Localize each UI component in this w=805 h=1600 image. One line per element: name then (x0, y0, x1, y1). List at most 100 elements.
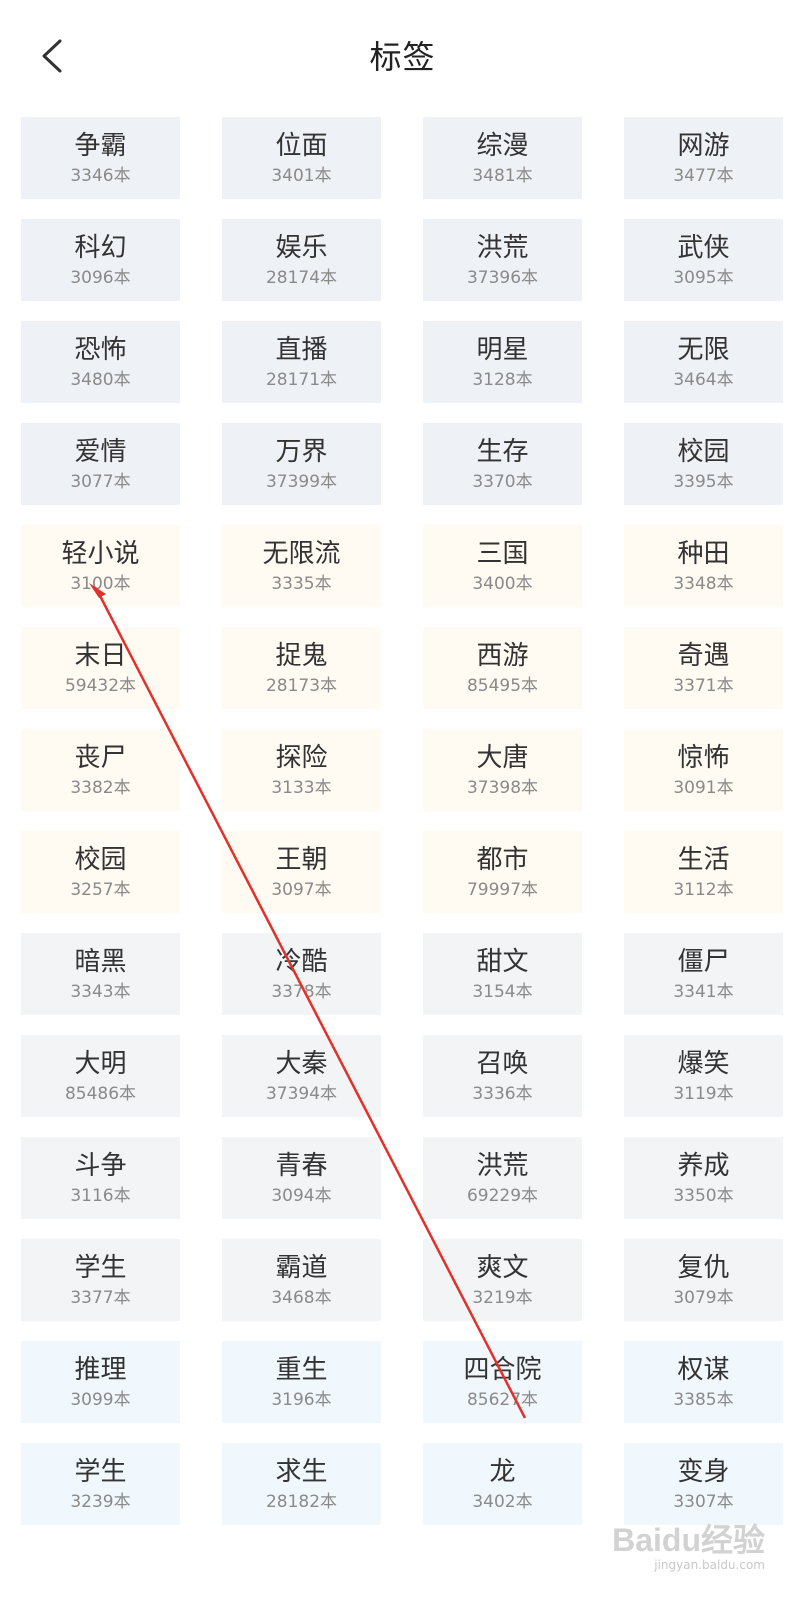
tag-count: 3091本 (673, 778, 734, 798)
tag-count: 3154本 (472, 982, 533, 1002)
tag-count: 3370本 (472, 472, 533, 492)
tag-card[interactable]: 洪荒 69229本 (423, 1137, 582, 1219)
tag-card[interactable]: 甜文 3154本 (423, 933, 582, 1015)
tag-card[interactable]: 捉鬼 28173本 (222, 627, 381, 709)
tag-card[interactable]: 科幻 3096本 (21, 219, 180, 301)
tag-card[interactable]: 王朝 3097本 (222, 831, 381, 913)
tag-card[interactable]: 探险 3133本 (222, 729, 381, 811)
tag-card[interactable]: 位面 3401本 (222, 117, 381, 199)
tag-card[interactable]: 恐怖 3480本 (21, 321, 180, 403)
tag-card[interactable]: 都市 79997本 (423, 831, 582, 913)
tag-card[interactable]: 种田 3348本 (624, 525, 783, 607)
tag-card[interactable]: 求生 28182本 (222, 1443, 381, 1525)
tag-card[interactable]: 生存 3370本 (423, 423, 582, 505)
tag-card[interactable]: 召唤 3336本 (423, 1035, 582, 1117)
tag-count: 3239本 (70, 1492, 131, 1512)
tag-name: 三国 (476, 539, 529, 569)
tag-card[interactable]: 学生 3239本 (21, 1443, 180, 1525)
tag-card[interactable]: 娱乐 28174本 (222, 219, 381, 301)
tag-count: 3346本 (70, 166, 131, 186)
tag-row: 学生 3239本 求生 28182本 龙 3402本 变身 3307本 (21, 1443, 805, 1525)
tag-count: 3099本 (70, 1390, 131, 1410)
tag-card[interactable]: 僵尸 3341本 (624, 933, 783, 1015)
tag-card[interactable]: 末日 59432本 (21, 627, 180, 709)
tag-row: 校园 3257本 王朝 3097本 都市 79997本 生活 3112本 (21, 831, 805, 913)
tag-card[interactable]: 网游 3477本 (624, 117, 783, 199)
tag-card[interactable]: 斗争 3116本 (21, 1137, 180, 1219)
tag-name: 复仇 (677, 1253, 730, 1283)
tag-card[interactable]: 权谋 3385本 (624, 1341, 783, 1423)
tag-card[interactable]: 变身 3307本 (624, 1443, 783, 1525)
tag-count: 3336本 (472, 1084, 533, 1104)
tag-count: 3480本 (70, 370, 131, 390)
tag-card[interactable]: 冷酷 3378本 (222, 933, 381, 1015)
tag-name: 轻小说 (61, 539, 140, 569)
tag-row: 斗争 3116本 青春 3094本 洪荒 69229本 养成 3350本 (21, 1137, 805, 1219)
tag-card[interactable]: 爽文 3219本 (423, 1239, 582, 1321)
tag-card[interactable]: 大秦 37394本 (222, 1035, 381, 1117)
tag-count: 3382本 (70, 778, 131, 798)
tag-count: 3097本 (271, 880, 332, 900)
tag-card[interactable]: 武侠 3095本 (624, 219, 783, 301)
tag-row: 末日 59432本 捉鬼 28173本 西游 85495本 奇遇 3371本 (21, 627, 805, 709)
tag-row: 科幻 3096本 娱乐 28174本 洪荒 37396本 武侠 3095本 (21, 219, 805, 301)
tag-name: 王朝 (275, 845, 328, 875)
tag-card[interactable]: 爱情 3077本 (21, 423, 180, 505)
tag-count: 3095本 (673, 268, 734, 288)
tag-card[interactable]: 校园 3257本 (21, 831, 180, 913)
tag-count: 3219本 (472, 1288, 533, 1308)
tag-card[interactable]: 直播 28171本 (222, 321, 381, 403)
tag-count: 3477本 (673, 166, 734, 186)
tag-card[interactable]: 奇遇 3371本 (624, 627, 783, 709)
tag-card[interactable]: 无限 3464本 (624, 321, 783, 403)
tag-name: 生存 (476, 437, 529, 467)
tag-count: 3335本 (271, 574, 332, 594)
tag-name: 明星 (476, 335, 529, 365)
tag-name: 爱情 (74, 437, 127, 467)
tag-card[interactable]: 推理 3099本 (21, 1341, 180, 1423)
tag-card[interactable]: 复仇 3079本 (624, 1239, 783, 1321)
tag-card[interactable]: 明星 3128本 (423, 321, 582, 403)
tag-name: 甜文 (476, 947, 529, 977)
tag-card[interactable]: 霸道 3468本 (222, 1239, 381, 1321)
tag-name: 探险 (275, 743, 328, 773)
tag-count: 85495本 (466, 676, 539, 696)
tag-card[interactable]: 校园 3395本 (624, 423, 783, 505)
tag-count: 3133本 (271, 778, 332, 798)
tag-card[interactable]: 四合院 85627本 (423, 1341, 582, 1423)
tag-card[interactable]: 爆笑 3119本 (624, 1035, 783, 1117)
tag-count: 3371本 (673, 676, 734, 696)
tag-name: 娱乐 (275, 233, 328, 263)
tag-name: 都市 (476, 845, 529, 875)
tag-card[interactable]: 龙 3402本 (423, 1443, 582, 1525)
page-title: 标签 (369, 38, 436, 76)
tag-name: 科幻 (74, 233, 127, 263)
tag-card[interactable]: 西游 85495本 (423, 627, 582, 709)
tag-name: 万界 (275, 437, 328, 467)
tag-card[interactable]: 学生 3377本 (21, 1239, 180, 1321)
tag-count: 3402本 (472, 1492, 533, 1512)
tag-card[interactable]: 生活 3112本 (624, 831, 783, 913)
tag-card[interactable]: 丧尸 3382本 (21, 729, 180, 811)
tag-name: 变身 (677, 1457, 730, 1487)
tag-card[interactable]: 暗黑 3343本 (21, 933, 180, 1015)
tag-card[interactable]: 养成 3350本 (624, 1137, 783, 1219)
tag-row: 争霸 3346本 位面 3401本 综漫 3481本 网游 3477本 (21, 117, 805, 199)
tag-count: 37394本 (265, 1084, 338, 1104)
tag-card[interactable]: 大明 85486本 (21, 1035, 180, 1117)
tag-card[interactable]: 洪荒 37396本 (423, 219, 582, 301)
tag-count: 28182本 (265, 1492, 338, 1512)
tag-card[interactable]: 三国 3400本 (423, 525, 582, 607)
tag-row: 学生 3377本 霸道 3468本 爽文 3219本 复仇 3079本 (21, 1239, 805, 1321)
tag-card[interactable]: 轻小说 3100本 (21, 525, 180, 607)
tag-card[interactable]: 综漫 3481本 (423, 117, 582, 199)
tag-card[interactable]: 重生 3196本 (222, 1341, 381, 1423)
tag-card[interactable]: 争霸 3346本 (21, 117, 180, 199)
tag-card[interactable]: 青春 3094本 (222, 1137, 381, 1219)
tag-card[interactable]: 无限流 3335本 (222, 525, 381, 607)
tag-card[interactable]: 万界 37399本 (222, 423, 381, 505)
tag-name: 四合院 (463, 1355, 542, 1385)
tag-card[interactable]: 惊怖 3091本 (624, 729, 783, 811)
tag-name: 洪荒 (476, 1151, 529, 1181)
tag-card[interactable]: 大唐 37398本 (423, 729, 582, 811)
